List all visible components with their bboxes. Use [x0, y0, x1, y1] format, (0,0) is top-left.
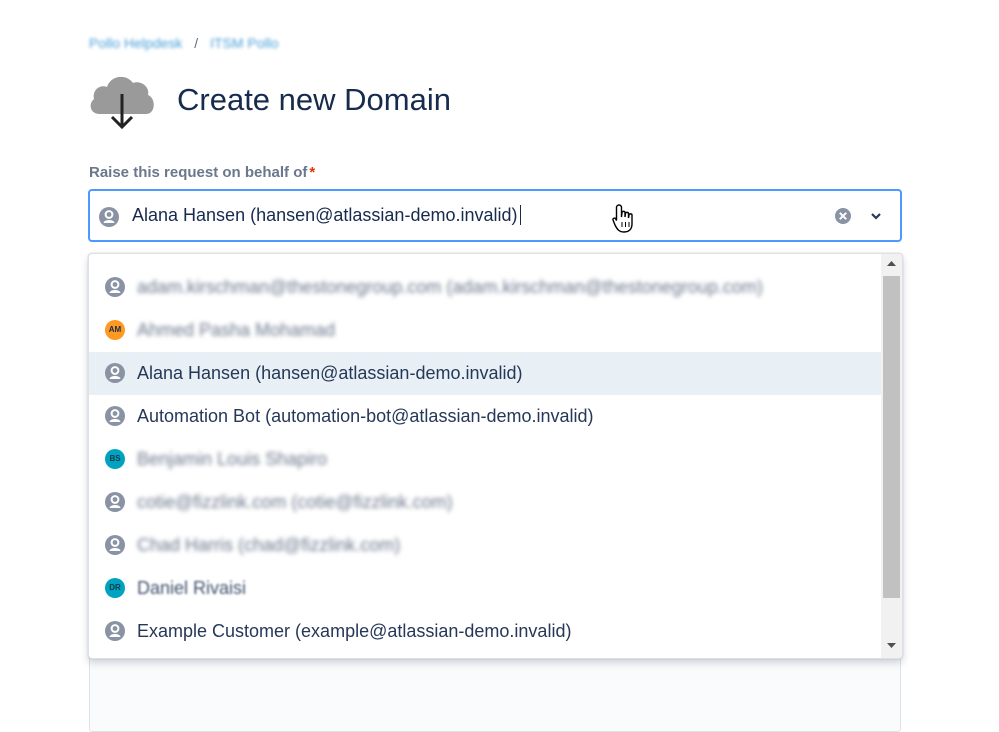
scroll-down-arrow-icon[interactable] — [887, 642, 896, 649]
user-option-label: cotie@fizzlink.com (cotie@fizzlink.com) — [137, 492, 453, 512]
chevron-down-icon[interactable] — [869, 209, 883, 223]
user-option-label: adam.kirschman@thestonegroup.com (adam.k… — [137, 277, 763, 297]
user-icon — [105, 406, 125, 426]
select-value-text: Alana Hansen (hansen@atlassian-demo.inva… — [132, 205, 518, 225]
field-label: Raise this request on behalf of * — [89, 164, 315, 181]
user-icon — [105, 277, 125, 297]
user-option-label: Automation Bot (automation-bot@atlassian… — [137, 406, 594, 426]
required-marker: * — [309, 164, 316, 181]
scroll-up-arrow-icon[interactable] — [887, 260, 896, 267]
breadcrumb-link-helpdesk[interactable]: Pollo Helpdesk — [89, 35, 182, 51]
user-option-label: Benjamin Louis Shapiro — [137, 449, 328, 469]
avatar: AM — [105, 320, 125, 340]
on-behalf-of-select[interactable]: Alana Hansen (hansen@atlassian-demo.inva… — [88, 189, 902, 242]
user-option-label: Daniel Rivaisi — [137, 578, 247, 598]
breadcrumb: Pollo Helpdesk / ITSM Pollo — [89, 35, 279, 51]
breadcrumb-separator: / — [194, 35, 199, 51]
user-option[interactable]: Chad Harris (chad@fizzlink.com) — [89, 524, 881, 567]
hand-cursor-icon — [612, 204, 633, 233]
user-option[interactable]: AM Ahmed Pasha Mohamad — [89, 309, 881, 352]
dropdown-scrollbar[interactable] — [881, 254, 902, 658]
user-option[interactable]: Automation Bot (automation-bot@atlassian… — [89, 395, 881, 438]
field-label-text: Raise this request on behalf of — [89, 164, 308, 181]
user-option[interactable]: BS Benjamin Louis Shapiro — [89, 438, 881, 481]
page-title: Create new Domain — [177, 82, 451, 117]
avatar: DR — [105, 578, 125, 598]
select-value[interactable]: Alana Hansen (hansen@atlassian-demo.inva… — [132, 205, 521, 226]
user-option-label: Chad Harris (chad@fizzlink.com) — [137, 535, 401, 555]
user-option[interactable]: DR Daniel Rivaisi — [89, 567, 881, 610]
user-option-selected[interactable]: Alana Hansen (hansen@atlassian-demo.inva… — [89, 352, 881, 395]
scrollbar-thumb[interactable] — [883, 276, 900, 598]
user-icon — [105, 492, 125, 512]
cloud-download-icon — [90, 76, 154, 130]
user-icon — [99, 207, 119, 227]
user-option-label: Example Customer (example@atlassian-demo… — [137, 621, 572, 641]
user-option[interactable]: Example Customer (example@atlassian-demo… — [89, 610, 881, 653]
user-dropdown-menu: adam.kirschman@thestonegroup.com (adam.k… — [88, 253, 903, 659]
user-option[interactable]: adam.kirschman@thestonegroup.com (adam.k… — [89, 266, 881, 309]
user-option-label: Alana Hansen (hansen@atlassian-demo.inva… — [137, 363, 523, 383]
text-caret — [519, 205, 521, 225]
user-icon — [105, 535, 125, 555]
user-icon — [105, 363, 125, 383]
user-icon — [105, 621, 125, 641]
clear-icon[interactable] — [834, 207, 852, 225]
breadcrumb-link-project[interactable]: ITSM Pollo — [210, 35, 278, 51]
avatar: BS — [105, 449, 125, 469]
user-option-list: adam.kirschman@thestonegroup.com (adam.k… — [89, 266, 881, 653]
user-option-label: Ahmed Pasha Mohamad — [137, 320, 336, 340]
user-option[interactable]: cotie@fizzlink.com (cotie@fizzlink.com) — [89, 481, 881, 524]
